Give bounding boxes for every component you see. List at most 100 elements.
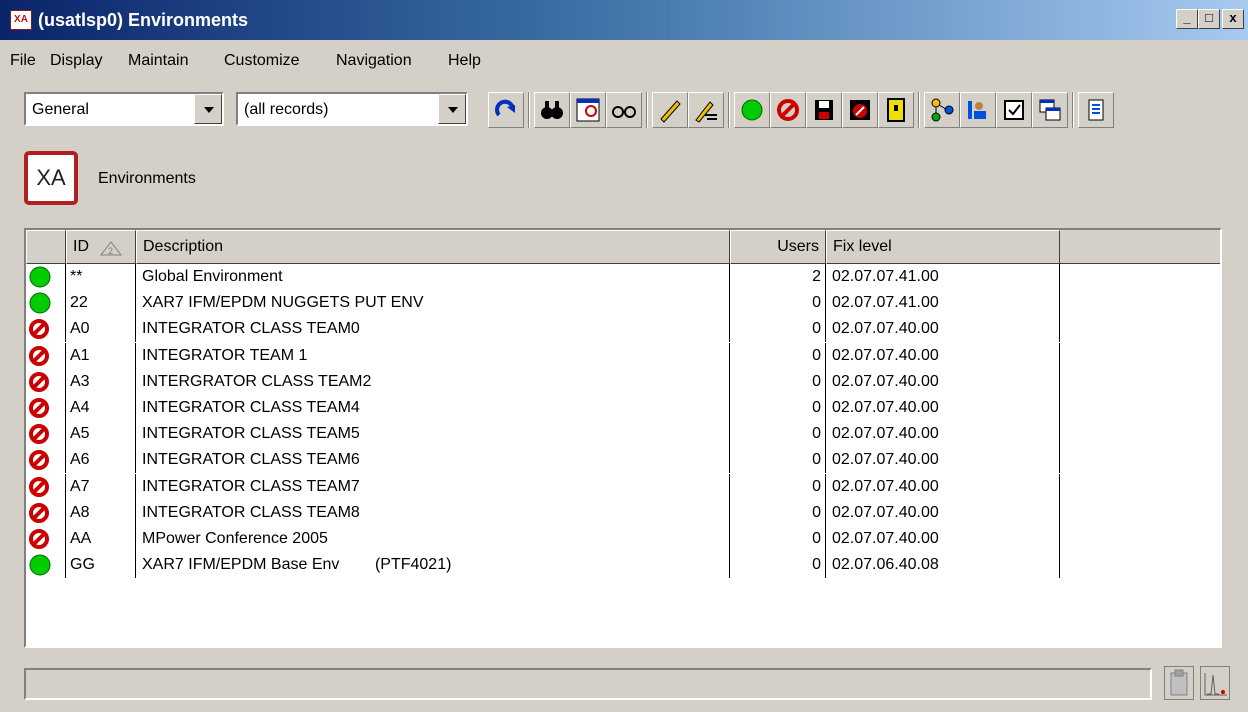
table-row[interactable]: AA MPower Conference 2005 0 02.07.07.40.00 [26, 526, 1060, 552]
export-button[interactable] [1078, 92, 1114, 128]
description-cell: XAR7 IFM/EPDM Base Env (PTF4021) [136, 552, 730, 579]
table-row[interactable]: A5 INTEGRATOR CLASS TEAM5 0 02.07.07.40.00 [26, 421, 1060, 448]
filter-select[interactable]: (all records) [236, 92, 468, 126]
inactive-status-icon [29, 371, 49, 392]
id-cell: A5 [66, 421, 136, 448]
status-cell [26, 368, 66, 395]
table-row[interactable]: GG XAR7 IFM/EPDM Base Env (PTF4021) 0 02.07… [26, 552, 1060, 579]
id-cell: A1 [66, 342, 136, 369]
users-icon [968, 101, 986, 119]
users-cell: 0 [730, 316, 826, 343]
id-column-header[interactable]: ID 2 [66, 230, 136, 264]
users-column-header[interactable]: Users [730, 230, 826, 264]
fix-level-cell: 02.07.06.40.08 [826, 552, 1060, 579]
table-row[interactable]: A7 INTEGRATOR CLASS TEAM7 0 02.07.07.40.00 [26, 473, 1060, 500]
table-row[interactable]: A4 INTEGRATOR CLASS TEAM4 0 02.07.07.40.00 [26, 395, 1060, 421]
view-select[interactable]: General [24, 92, 224, 126]
users-cell: 2 [730, 264, 826, 290]
table-row[interactable]: 22 XAR7 IFM/EPDM NUGGETS PUT ENV 0 02.07.07… [26, 290, 1060, 317]
menu-file[interactable]: File [10, 50, 36, 72]
find-button[interactable] [534, 92, 570, 128]
header-filler [1060, 230, 1220, 264]
table-row[interactable]: A3 INTERGRATOR CLASS TEAM2 0 02.07.07.40.00 [26, 368, 1060, 395]
inactive-status-icon [29, 529, 49, 549]
chevron-down-icon[interactable] [194, 94, 222, 124]
fix-level-column-header[interactable]: Fix level [826, 230, 1060, 264]
status-chart-button[interactable] [1200, 666, 1230, 700]
active-status-icon [29, 554, 51, 576]
table-row[interactable]: ** Global Environment 2 02.07.07.41.00 [26, 264, 1060, 290]
status-cell [26, 290, 66, 317]
status-cell [26, 473, 66, 500]
id-cell: GG [66, 552, 136, 579]
fix-level-cell: 02.07.07.40.00 [826, 447, 1060, 474]
status-column-header[interactable] [26, 230, 66, 264]
users-cell: 0 [730, 368, 826, 395]
table-row[interactable]: A6 INTEGRATOR CLASS TEAM6 0 02.07.07.40.00 [26, 447, 1060, 474]
hierarchy-button[interactable] [924, 92, 960, 128]
id-header-label: ID [73, 238, 89, 255]
inactive-status-icon [29, 450, 49, 471]
save-icon [815, 100, 833, 120]
inactive-status-icon [29, 319, 49, 340]
id-cell: A6 [66, 447, 136, 474]
status-cell [26, 552, 66, 579]
id-cell: A8 [66, 499, 136, 526]
fix-level-cell: 02.07.07.40.00 [826, 526, 1060, 552]
filter-select-value: (all records) [244, 101, 329, 118]
stop-disk-icon [850, 100, 870, 120]
menu-customize[interactable]: Customize [224, 50, 300, 72]
status-clipboard-button[interactable] [1164, 666, 1194, 700]
minimize-button[interactable]: _ [1176, 9, 1198, 29]
fix-level-cell: 02.07.07.41.00 [826, 290, 1060, 317]
users-cell: 0 [730, 499, 826, 526]
users-cell: 0 [730, 290, 826, 317]
toolbar-separator [646, 92, 648, 128]
find-record-icon [576, 98, 600, 122]
description-cell: MPower Conference 2005 [136, 526, 730, 552]
table-row[interactable]: A1 INTEGRATOR TEAM 1 0 02.07.07.40.00 [26, 342, 1060, 369]
activate-button[interactable] [734, 92, 770, 128]
status-cell [26, 395, 66, 421]
page-title: Environments [98, 170, 196, 187]
app-icon[interactable]: XA [10, 10, 32, 30]
menu-display[interactable]: Display [50, 50, 102, 72]
fix-level-cell: 02.07.07.40.00 [826, 473, 1060, 500]
table-row[interactable]: A0 INTEGRATOR CLASS TEAM0 0 02.07.07.40.00 [26, 316, 1060, 343]
menu-help[interactable]: Help [448, 50, 481, 72]
description-cell: INTEGRATOR CLASS TEAM7 [136, 473, 730, 500]
save-button[interactable] [806, 92, 842, 128]
users-cell: 0 [730, 421, 826, 448]
menu-navigation[interactable]: Navigation [336, 50, 412, 72]
fix-level-cell: 02.07.07.40.00 [826, 342, 1060, 369]
fix-level-cell: 02.07.07.40.00 [826, 421, 1060, 448]
maximize-button[interactable]: □ [1198, 9, 1220, 29]
chevron-down-icon[interactable] [438, 94, 466, 124]
hierarchy-icon [931, 98, 954, 122]
status-cell [26, 342, 66, 369]
fix-level-cell: 02.07.07.41.00 [826, 264, 1060, 290]
id-cell: A3 [66, 368, 136, 395]
fix-level-cell: 02.07.07.40.00 [826, 395, 1060, 421]
view-button[interactable] [606, 92, 642, 128]
exit-button[interactable] [878, 92, 914, 128]
description-cell: INTERGRATOR CLASS TEAM2 [136, 368, 730, 395]
active-status-icon [29, 292, 51, 314]
close-button[interactable]: x [1222, 9, 1244, 29]
description-cell: INTEGRATOR CLASS TEAM6 [136, 447, 730, 474]
menu-maintain[interactable]: Maintain [128, 50, 188, 72]
table-row[interactable]: A8 INTEGRATOR CLASS TEAM8 0 02.07.07.40.00 [26, 499, 1060, 526]
edit-list-button[interactable] [688, 92, 724, 128]
stop-button[interactable] [842, 92, 878, 128]
title-bar[interactable]: XA (usatlsp0) Environments _ □ x [0, 0, 1248, 40]
find-record-button[interactable] [570, 92, 606, 128]
users-button[interactable] [960, 92, 996, 128]
deactivate-button[interactable] [770, 92, 806, 128]
edit-button[interactable] [652, 92, 688, 128]
toolbar-separator [1072, 92, 1074, 128]
checklist-button[interactable] [996, 92, 1032, 128]
refresh-button[interactable] [488, 92, 524, 128]
description-column-header[interactable]: Description [136, 230, 730, 264]
inactive-status-icon [29, 345, 49, 366]
windows-button[interactable] [1032, 92, 1068, 128]
